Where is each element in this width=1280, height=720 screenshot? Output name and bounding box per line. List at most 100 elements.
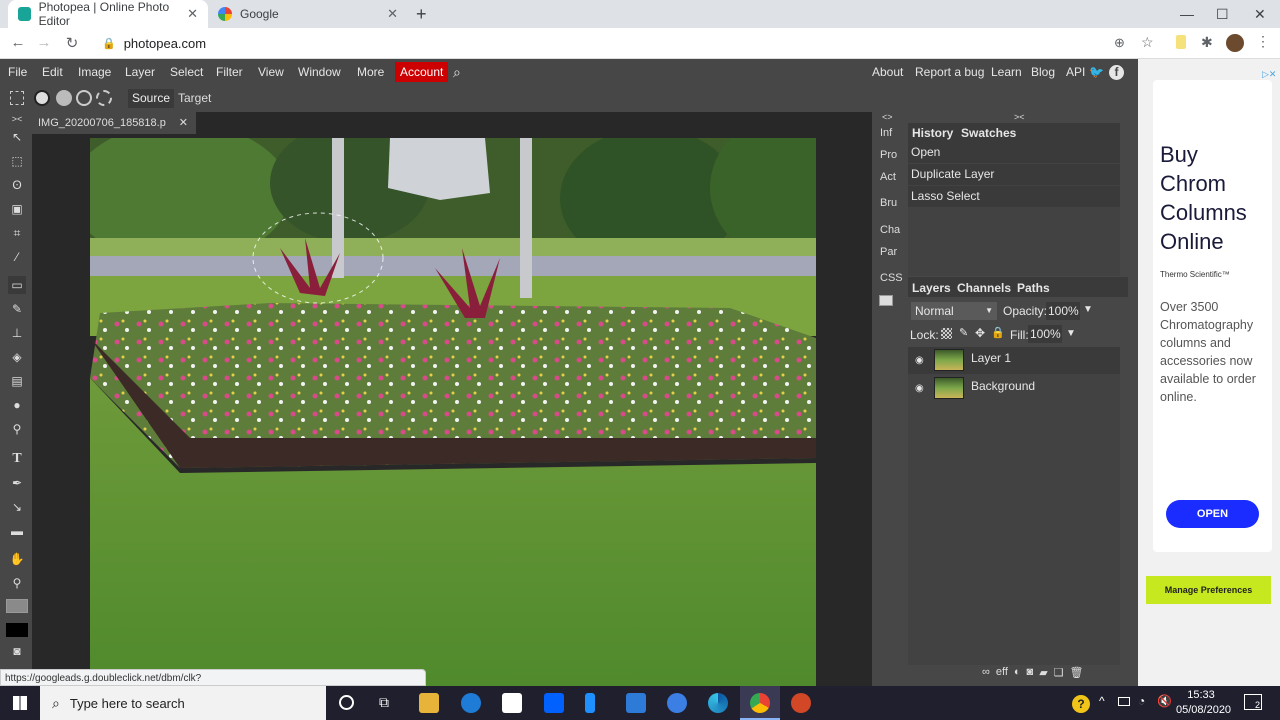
search-icon[interactable]: ⌕ [453, 59, 461, 85]
brush-intersect-icon[interactable] [96, 90, 112, 106]
panel-info[interactable]: Inf [880, 127, 892, 139]
bookmark-star-icon[interactable]: ☆ [1141, 34, 1154, 51]
panel-brush[interactable]: Bru [880, 197, 897, 209]
close-tab-icon[interactable]: ✕ [187, 6, 198, 22]
app-icon[interactable] [585, 693, 595, 713]
volume-icon[interactable]: 🔇 [1157, 694, 1172, 708]
window-close-icon[interactable]: ✕ [1254, 6, 1266, 23]
brush-subtract-icon[interactable] [76, 90, 92, 106]
store-icon[interactable] [502, 693, 522, 713]
document-tab[interactable]: IMG_20200706_185818.p ✕ [32, 112, 196, 134]
account-button[interactable]: Account [395, 62, 449, 82]
menu-dots-icon[interactable]: ⋮ [1256, 33, 1270, 50]
menu-edit[interactable]: Edit [42, 59, 63, 85]
dropbox-icon[interactable] [544, 693, 564, 713]
tool-preset-icon[interactable] [10, 91, 24, 105]
clock-date[interactable]: 05/08/2020 [1176, 704, 1231, 716]
menu-more[interactable]: More [357, 59, 384, 85]
eye-icon[interactable]: ◉ [915, 378, 924, 400]
eye-icon[interactable]: ◉ [915, 350, 924, 372]
new-layer-icon[interactable]: ❏ [1054, 666, 1064, 684]
forward-icon[interactable]: → [34, 34, 54, 51]
opacity-input[interactable]: 100% [1046, 302, 1080, 320]
url-field[interactable]: 🔒 photopea.com [92, 31, 1172, 55]
menu-image[interactable]: Image [78, 59, 111, 85]
delete-layer-icon[interactable]: 🗑 [1070, 666, 1084, 684]
tab-layers[interactable]: Layers [912, 281, 951, 295]
facebook-icon[interactable]: f [1109, 65, 1124, 80]
image-canvas[interactable] [90, 138, 816, 686]
menu-window[interactable]: Window [298, 59, 341, 85]
menu-api[interactable]: API [1066, 59, 1085, 85]
tab-history[interactable]: History [912, 126, 953, 140]
quick-select-tool-icon[interactable]: ▣ [8, 200, 26, 218]
lock-transparency-icon[interactable] [941, 328, 952, 339]
marquee-tool-icon[interactable]: ⬚ [8, 152, 26, 170]
lock-all-icon[interactable]: 🔒 [991, 326, 1005, 339]
close-document-icon[interactable]: ✕ [179, 112, 188, 134]
blend-mode-select[interactable]: Normal ▼ [911, 302, 997, 320]
mail-icon[interactable] [626, 693, 646, 713]
patch-tool-icon[interactable]: ▭ [8, 276, 26, 294]
effects-icon[interactable]: eff [996, 666, 1008, 684]
network-icon[interactable]: ◔ [1138, 694, 1145, 708]
back-icon[interactable]: ← [8, 34, 28, 51]
menu-view[interactable]: View [258, 59, 284, 85]
crop-tool-icon[interactable]: ⌗ [8, 224, 26, 242]
menu-filter[interactable]: Filter [216, 59, 243, 85]
ie-icon[interactable] [461, 693, 481, 713]
minimize-icon[interactable]: — [1180, 6, 1194, 22]
opacity-dropdown-icon[interactable]: ▼ [1083, 304, 1093, 315]
puzzle-icon[interactable]: ✱ [1201, 34, 1213, 51]
browser-icon[interactable] [667, 693, 687, 713]
fill-input[interactable]: 100% [1028, 325, 1062, 343]
panel-css[interactable]: CSS [880, 272, 903, 284]
lock-position-icon[interactable]: ✥ [975, 326, 985, 340]
tab-channels[interactable]: Channels [957, 281, 1011, 295]
layer-row[interactable]: ◉ Background [908, 375, 1120, 402]
link-layers-icon[interactable]: ∞ [982, 666, 990, 684]
taskbar-search[interactable]: ⌕ Type here to search [40, 686, 326, 720]
path-select-tool-icon[interactable]: ↘ [8, 498, 26, 516]
tab-google[interactable]: Google ✕ [208, 0, 408, 28]
gradient-tool-icon[interactable]: ▤ [8, 372, 26, 390]
windows-start-icon[interactable] [13, 696, 27, 710]
ad-open-button[interactable]: OPEN [1166, 500, 1259, 528]
battery-icon[interactable] [1118, 697, 1130, 706]
tab-photopea[interactable]: Photopea | Online Photo Editor ✕ [8, 0, 208, 28]
menu-layer[interactable]: Layer [125, 59, 155, 85]
eyedropper-tool-icon[interactable]: ⁄ [8, 248, 26, 266]
history-item[interactable]: Open [908, 142, 1120, 163]
layer-row[interactable]: ◉ Layer 1 [908, 347, 1120, 374]
type-tool-icon[interactable]: T [8, 450, 26, 468]
fill-dropdown-icon[interactable]: ▼ [1066, 328, 1076, 339]
help-icon[interactable]: ? [1072, 695, 1090, 713]
brush-mode-icon[interactable] [34, 90, 50, 106]
collapse-right-panel-icon[interactable]: >< [1014, 112, 1025, 122]
history-item[interactable]: Lasso Select [908, 186, 1120, 207]
menu-blog[interactable]: Blog [1031, 59, 1055, 85]
history-item[interactable]: Duplicate Layer [908, 164, 1120, 185]
expand-panels-icon[interactable]: <> [882, 112, 893, 122]
folder-icon[interactable]: ▰ [1039, 666, 1047, 684]
menu-select[interactable]: Select [170, 59, 203, 85]
brush-add-icon[interactable] [56, 90, 72, 106]
ad-choices-icon[interactable]: ▷✕ [1262, 69, 1276, 80]
new-tab-icon[interactable]: + [416, 4, 427, 25]
foreground-color-swatch[interactable] [6, 599, 28, 613]
avatar[interactable] [1226, 34, 1244, 52]
pen-tool-icon[interactable]: ✒ [8, 474, 26, 492]
background-color-swatch[interactable] [6, 623, 28, 637]
tab-swatches[interactable]: Swatches [961, 126, 1016, 140]
adjustment-icon[interactable]: ◐ [1014, 666, 1021, 684]
tray-chevron-icon[interactable]: ^ [1099, 694, 1105, 708]
panel-paragraph[interactable]: Par [880, 246, 897, 258]
notification-center-icon[interactable]: 2 [1244, 694, 1262, 710]
maximize-icon[interactable]: ☐ [1216, 6, 1229, 23]
ad-card[interactable]: Buy Chrom Columns Online Thermo Scientif… [1153, 80, 1272, 552]
clone-stamp-tool-icon[interactable]: ⊥ [8, 324, 26, 342]
close-tab-icon[interactable]: ✕ [387, 6, 398, 22]
powerpoint-icon[interactable] [791, 693, 811, 713]
lasso-tool-icon[interactable]: ʘ [8, 176, 26, 194]
cortana-icon[interactable] [339, 695, 354, 710]
